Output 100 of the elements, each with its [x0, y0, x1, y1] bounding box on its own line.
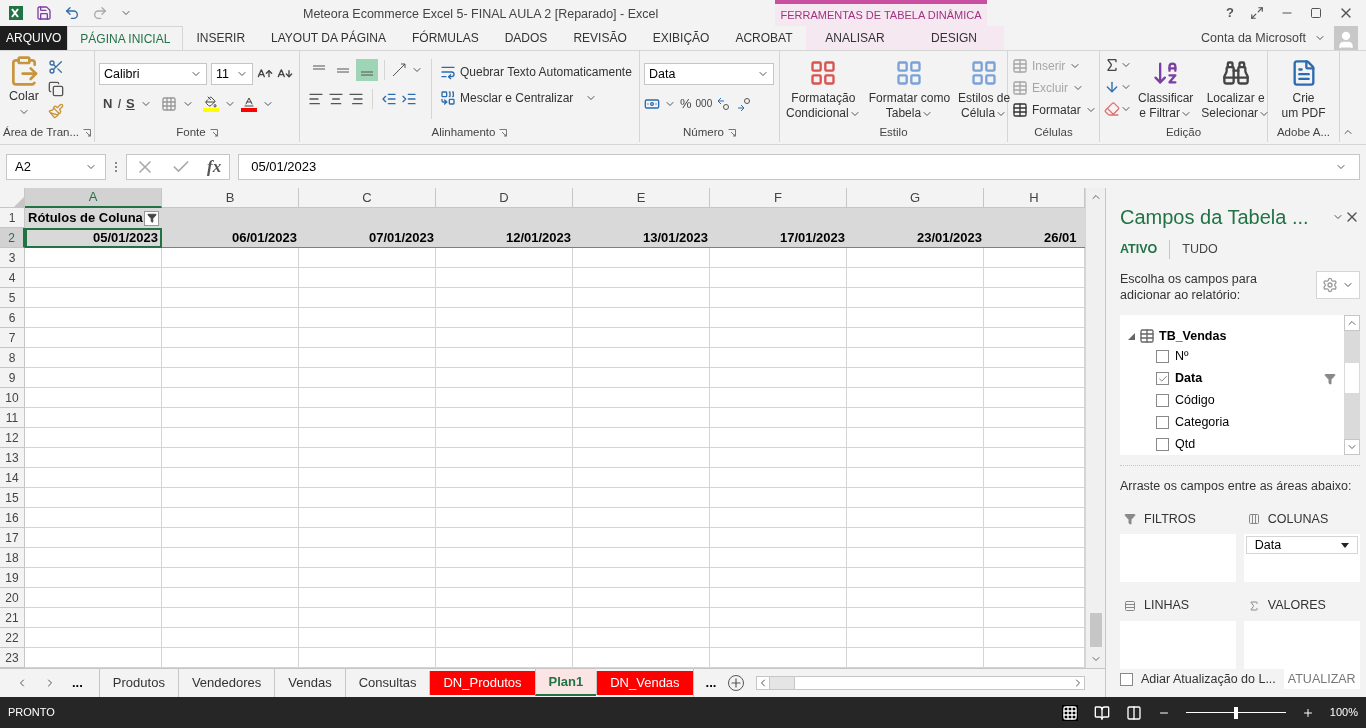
- dialog-launcher-icon[interactable]: [209, 129, 218, 137]
- ribbon-tab[interactable]: REVISÃO: [560, 26, 640, 50]
- font-color-icon[interactable]: [240, 95, 257, 112]
- pane-tab[interactable]: TUDO: [1169, 240, 1230, 259]
- area-field-button[interactable]: Data: [1245, 536, 1358, 555]
- row-header[interactable]: 12: [0, 428, 25, 448]
- scroll-thumb[interactable]: [769, 677, 796, 689]
- row-header[interactable]: 5: [0, 288, 25, 308]
- ribbon-button[interactable]: Formatar como Tabela: [866, 55, 953, 121]
- field-checkbox[interactable]: [1156, 394, 1169, 407]
- row-header[interactable]: 22: [0, 628, 25, 648]
- ribbon-tab[interactable]: ARQUIVO: [0, 26, 68, 50]
- merge-center-button[interactable]: Mesclar e Centralizar: [440, 89, 632, 107]
- normal-view-icon[interactable]: [1061, 704, 1078, 721]
- orientation-icon[interactable]: [391, 62, 409, 78]
- dialog-launcher-icon[interactable]: [727, 129, 736, 137]
- ribbon-button[interactable]: Formatação Condicional: [784, 55, 863, 121]
- number-format-field[interactable]: Data: [644, 63, 774, 85]
- underline-button[interactable]: S: [126, 94, 135, 114]
- help-button[interactable]: ?: [1226, 3, 1234, 23]
- create-pdf-button[interactable]: Crie um PDF: [1272, 55, 1335, 121]
- row-header[interactable]: 20: [0, 588, 25, 608]
- wrap-text-button[interactable]: Quebrar Texto Automaticamente: [440, 63, 632, 81]
- increase-indent-icon[interactable]: [401, 91, 417, 107]
- field-name[interactable]: Código: [1175, 391, 1215, 410]
- row-header[interactable]: 3: [0, 248, 25, 268]
- row-header[interactable]: 19: [0, 568, 25, 588]
- restore-icon[interactable]: [1310, 7, 1322, 19]
- ribbon-tab[interactable]: LAYOUT DA PÁGINA: [258, 26, 399, 50]
- row-header[interactable]: 2: [0, 228, 25, 248]
- ribbon-tab[interactable]: DESIGN: [904, 26, 1004, 50]
- name-box[interactable]: A2: [6, 153, 106, 180]
- zoom-in-icon[interactable]: [1301, 706, 1314, 719]
- zoom-slider[interactable]: [1185, 706, 1286, 719]
- ribbon-tab[interactable]: ACROBAT: [722, 26, 806, 50]
- update-button[interactable]: ATUALIZAR: [1283, 669, 1360, 689]
- font-size-field[interactable]: 11: [211, 63, 253, 85]
- row-header[interactable]: 10: [0, 388, 25, 408]
- decrease-decimal-icon[interactable]: [736, 96, 753, 111]
- ribbon-tab[interactable]: ANALISAR: [805, 26, 905, 50]
- column-header[interactable]: A: [25, 188, 162, 208]
- cut-icon[interactable]: [48, 59, 64, 75]
- row-header[interactable]: 4: [0, 268, 25, 288]
- format-painter-icon[interactable]: [48, 103, 64, 119]
- bold-button[interactable]: N: [103, 94, 113, 114]
- align-center-icon[interactable]: [328, 91, 344, 107]
- expand-triangle-icon[interactable]: [1128, 332, 1135, 340]
- list-scrollbar[interactable]: [1343, 314, 1360, 455]
- ribbon-display-icon[interactable]: [1250, 6, 1264, 20]
- account-name[interactable]: Conta da Microsoft: [1201, 28, 1306, 48]
- percent-button[interactable]: %: [680, 94, 692, 114]
- settings-button[interactable]: [1315, 270, 1360, 299]
- fill-color-icon[interactable]: [202, 95, 219, 112]
- align-left-icon[interactable]: [308, 91, 324, 107]
- dialog-launcher-icon[interactable]: [499, 129, 508, 137]
- field-checkbox[interactable]: [1156, 350, 1169, 363]
- font-name-field[interactable]: Calibri: [99, 63, 207, 85]
- field-name[interactable]: Data: [1175, 369, 1203, 388]
- scroll-thumb[interactable]: [1344, 362, 1359, 393]
- save-icon[interactable]: [36, 5, 52, 21]
- align-right-icon[interactable]: [348, 91, 364, 107]
- insert-function-button[interactable]: fx: [207, 153, 222, 180]
- fill-icon[interactable]: [1104, 79, 1120, 95]
- row-header[interactable]: 7: [0, 328, 25, 348]
- row-header[interactable]: 9: [0, 368, 25, 388]
- ribbon-button[interactable]: Classificar e Filtrar: [1136, 55, 1196, 121]
- field-name[interactable]: Nº: [1175, 347, 1189, 366]
- page-layout-icon[interactable]: [1093, 704, 1110, 721]
- ribbon-tab[interactable]: EXIBIÇÃO: [639, 26, 723, 50]
- autosum-icon[interactable]: [1104, 57, 1120, 73]
- row-header[interactable]: 6: [0, 308, 25, 328]
- ribbon-tab[interactable]: INSERIR: [183, 26, 259, 50]
- row-header[interactable]: 15: [0, 488, 25, 508]
- sheet-tab[interactable]: DN_Vendas: [596, 671, 693, 695]
- zoom-thumb[interactable]: [1233, 706, 1238, 719]
- cells-button[interactable]: Formatar: [1012, 101, 1097, 119]
- field-name[interactable]: Categoria: [1175, 413, 1230, 432]
- dialog-launcher-icon[interactable]: [83, 129, 92, 137]
- more-sheets-button[interactable]: ...: [705, 673, 717, 693]
- field-checkbox[interactable]: [1156, 372, 1169, 385]
- ribbon-tab[interactable]: FÓRMULAS: [399, 26, 492, 50]
- field-checkbox[interactable]: [1156, 416, 1169, 429]
- drop-area[interactable]: Data: [1243, 534, 1360, 583]
- paste-button[interactable]: Colar: [4, 55, 44, 118]
- row-header[interactable]: 11: [0, 408, 25, 428]
- filter-dropdown-button[interactable]: [144, 210, 159, 226]
- clear-icon[interactable]: [1104, 101, 1120, 117]
- pane-tab[interactable]: ATIVO: [1120, 240, 1170, 259]
- ribbon-tab[interactable]: PÁGINA INICIAL: [67, 26, 184, 50]
- row-header[interactable]: 23: [0, 648, 25, 668]
- copy-icon[interactable]: [48, 81, 64, 97]
- row-header[interactable]: 18: [0, 548, 25, 568]
- thousands-button[interactable]: 000: [695, 96, 713, 112]
- ribbon-button[interactable]: Estilos de Célula: [956, 55, 1013, 121]
- row-header[interactable]: 8: [0, 348, 25, 368]
- horizontal-scrollbar[interactable]: [756, 676, 1085, 690]
- row-header[interactable]: 16: [0, 508, 25, 528]
- page-break-icon[interactable]: [1125, 704, 1142, 721]
- borders-icon[interactable]: [160, 95, 177, 112]
- ribbon-button[interactable]: Localizar e Selecionar: [1199, 55, 1273, 121]
